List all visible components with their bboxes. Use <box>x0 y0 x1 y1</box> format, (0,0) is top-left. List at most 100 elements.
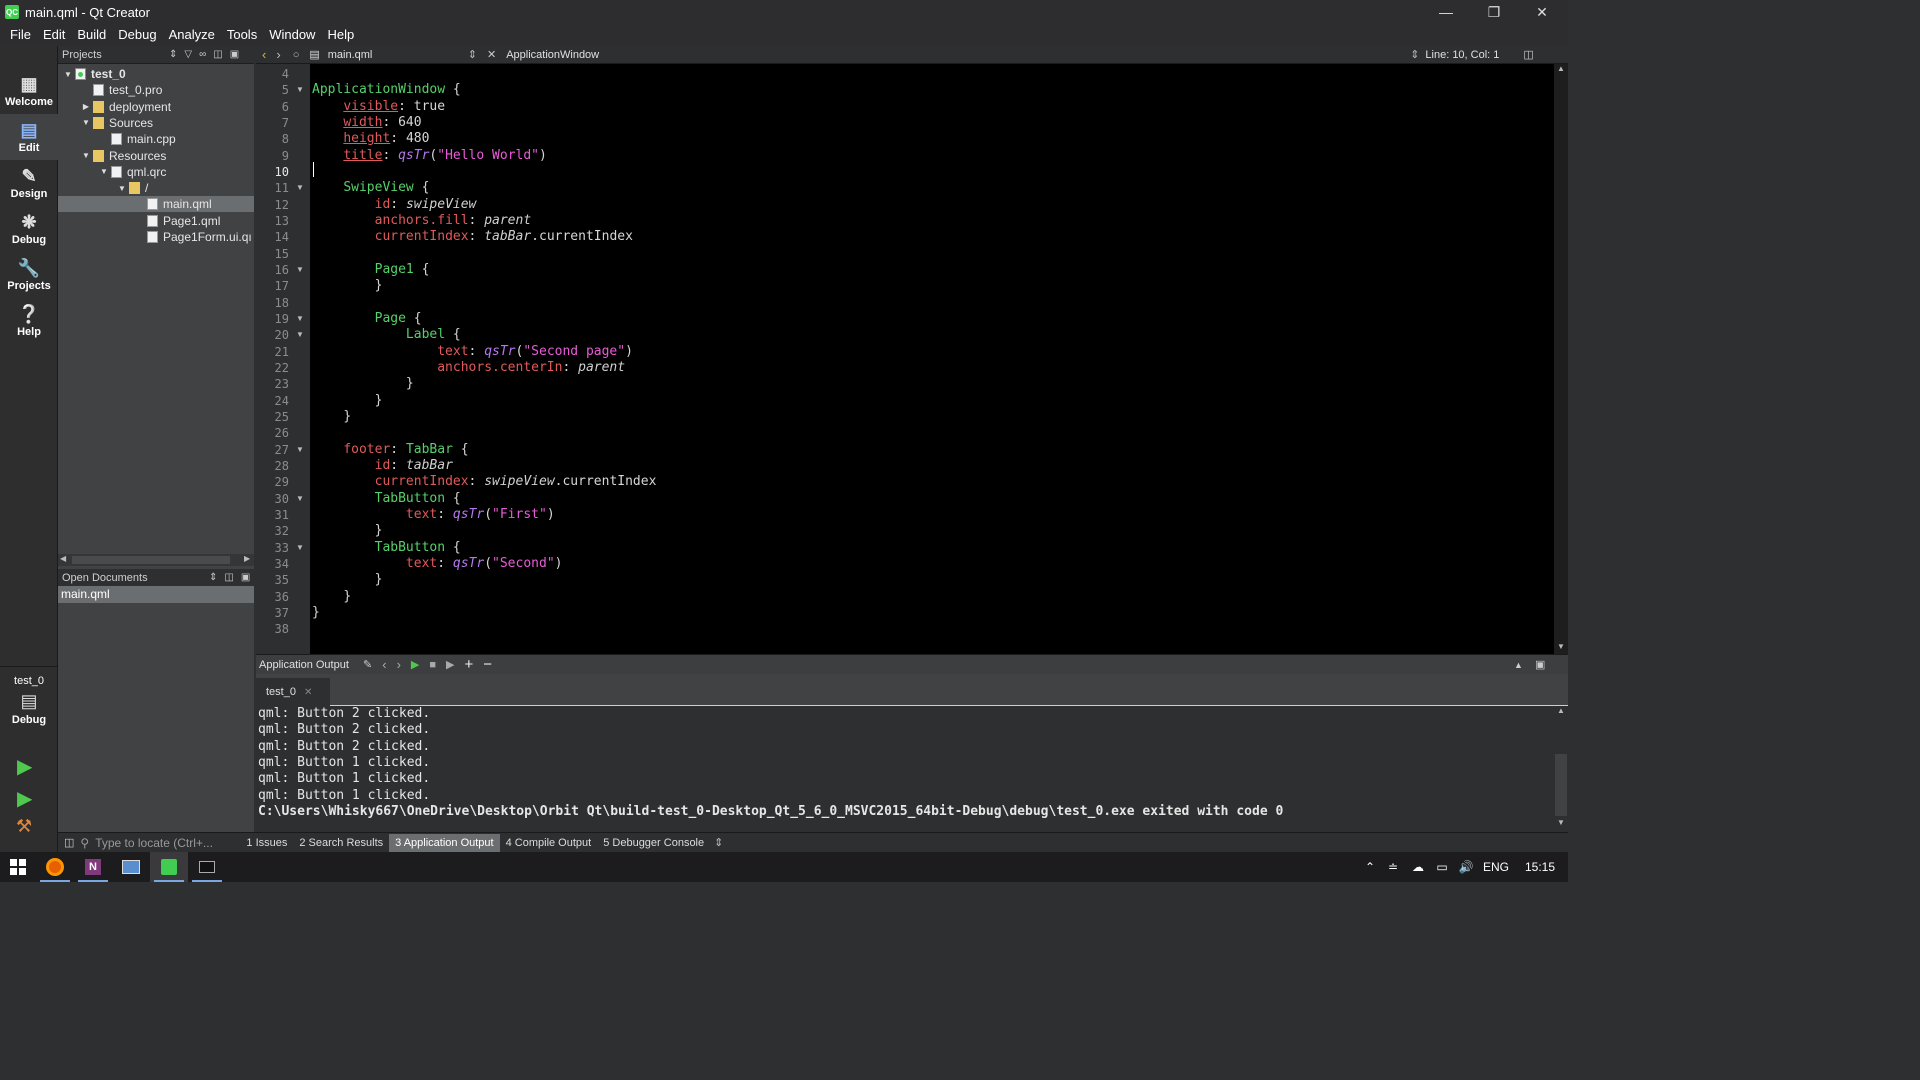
expand-arrow-icon[interactable]: ▼ <box>98 167 110 176</box>
close-button[interactable]: ✕ <box>1518 0 1566 24</box>
tree-item[interactable]: main.cpp <box>58 131 254 147</box>
application-output[interactable]: qml: Button 2 clicked. qml: Button 2 clic… <box>256 706 1568 832</box>
menu-file[interactable]: File <box>4 24 37 46</box>
fold-marker-icon[interactable]: ▼ <box>296 311 304 327</box>
mode-edit[interactable]: ▤ Edit <box>0 114 58 160</box>
cursor-position[interactable]: Line: 10, Col: 1 <box>1425 49 1517 61</box>
fold-marker-icon[interactable]: ▼ <box>296 262 304 278</box>
close-pane-icon[interactable]: ▣ <box>1535 658 1545 671</box>
run-icon[interactable]: ▶ <box>17 754 32 779</box>
chevron-updown-icon[interactable]: ⇕ <box>209 572 217 583</box>
mode-welcome[interactable]: ▦ Welcome <box>0 68 58 114</box>
fold-marker-icon[interactable]: ▼ <box>296 327 304 343</box>
close-document-icon[interactable]: ✕ <box>487 48 496 61</box>
minimize-button[interactable]: — <box>1422 0 1470 24</box>
next-icon[interactable]: › <box>397 657 401 672</box>
kit-selector[interactable]: test_0 ▤ Debug <box>0 666 58 742</box>
tree-item[interactable]: Page1.qml <box>58 213 254 229</box>
pane-issues[interactable]: 1 Issues <box>240 834 293 852</box>
tree-item[interactable]: ▶ deployment <box>58 99 254 115</box>
onedrive-icon[interactable]: ☁ <box>1406 860 1430 874</box>
tree-item[interactable]: ▼ qml.qrc <box>58 164 254 180</box>
output-tab-test-0[interactable]: test_0 ✕ <box>256 678 330 706</box>
wifi-icon[interactable]: ≐ <box>1380 860 1406 874</box>
previous-icon[interactable]: ‹ <box>382 657 386 672</box>
chevron-updown-icon[interactable]: ⇕ <box>169 49 177 60</box>
fold-marker-icon[interactable]: ▼ <box>296 180 304 196</box>
locator-input[interactable]: ⚲ Type to locate (Ctrl+... <box>74 834 236 852</box>
close-pane-icon[interactable]: ▣ <box>230 49 239 60</box>
clock[interactable]: 15:15 <box>1514 860 1566 874</box>
pane-application-output[interactable]: 3 Application Output <box>389 833 500 852</box>
close-pane-icon[interactable]: ▣ <box>241 572 250 583</box>
menu-analyze[interactable]: Analyze <box>163 24 221 46</box>
zoom-in-icon[interactable]: + <box>465 656 474 673</box>
attach-debugger-icon[interactable]: ▶ <box>446 658 454 671</box>
editor-vertical-scrollbar[interactable]: ▲ ▼ <box>1554 64 1568 654</box>
scroll-up-icon[interactable]: ▲ <box>1557 706 1565 715</box>
menu-build[interactable]: Build <box>71 24 112 46</box>
pane-search-results[interactable]: 2 Search Results <box>293 834 389 852</box>
fold-marker-icon[interactable]: ▼ <box>296 442 304 458</box>
taskbar-qt-creator[interactable] <box>150 852 188 882</box>
volume-icon[interactable]: 🔊 <box>1454 860 1478 874</box>
scroll-up-icon[interactable]: ▲ <box>1557 64 1565 73</box>
toggle-sidebar-icon[interactable]: ◫ <box>64 836 74 849</box>
taskbar-photos[interactable] <box>112 852 150 882</box>
projects-title[interactable]: Projects <box>62 49 162 61</box>
show-hidden-icons[interactable]: ⌃ <box>1360 860 1380 874</box>
taskbar-firefox[interactable] <box>36 852 74 882</box>
fold-marker-icon[interactable]: ▼ <box>296 82 304 98</box>
start-button[interactable] <box>0 852 36 882</box>
expand-arrow-icon[interactable]: ▼ <box>62 70 74 79</box>
open-document-item[interactable]: main.qml <box>58 586 254 603</box>
open-documents-title[interactable]: Open Documents <box>62 572 202 584</box>
scrollbar-thumb[interactable] <box>72 556 230 564</box>
rerun-icon[interactable]: ▶ <box>411 658 419 671</box>
menu-edit[interactable]: Edit <box>37 24 71 46</box>
stop-icon[interactable]: ■ <box>429 659 436 671</box>
menu-debug[interactable]: Debug <box>112 24 162 46</box>
tree-item[interactable]: ▼ Resources <box>58 148 254 164</box>
menu-tools[interactable]: Tools <box>221 24 263 46</box>
fold-marker-icon[interactable]: ▼ <box>296 491 304 507</box>
scroll-down-icon[interactable]: ▼ <box>1557 642 1565 651</box>
tree-item[interactable]: ▼ Sources <box>58 115 254 131</box>
taskbar-onenote[interactable]: N <box>74 852 112 882</box>
split-editor-icon[interactable]: ◫ <box>1523 48 1533 61</box>
language-indicator[interactable]: ENG <box>1478 860 1514 874</box>
clear-output-icon[interactable]: ✎ <box>363 658 372 671</box>
symbol-selector[interactable]: ApplicationWindow <box>506 49 1410 61</box>
debug-run-icon[interactable]: ▶ <box>17 786 32 811</box>
pane-compile-output[interactable]: 4 Compile Output <box>500 834 598 852</box>
mode-debug[interactable]: ❋ Debug <box>0 206 58 252</box>
code-area[interactable]: ApplicationWindow { visible: true width:… <box>312 64 1552 654</box>
build-hammer-icon[interactable]: ⚒ <box>16 816 32 837</box>
tree-item[interactable]: main.qml <box>58 196 254 213</box>
back-icon[interactable]: ‹ <box>262 47 266 62</box>
code-editor[interactable]: 4 5 ▼ 6 7 8 9 10 11 ▼ 12 13 14 15 16 ▼ 17 18 19 ▼ 20 ▼ 21 22 23 2… <box>256 64 1568 654</box>
maximize-pane-icon[interactable]: ▲ <box>1514 660 1523 670</box>
collapse-arrow-icon[interactable]: ▶ <box>80 102 92 111</box>
filter-icon[interactable]: ▽ <box>184 49 192 60</box>
menu-help[interactable]: Help <box>321 24 360 46</box>
battery-icon[interactable]: ▭ <box>1430 860 1454 874</box>
expand-arrow-icon[interactable]: ▼ <box>116 184 128 193</box>
chevron-updown-icon[interactable]: ⇕ <box>714 836 723 849</box>
tree-item[interactable]: Page1Form.ui.qı <box>58 229 254 245</box>
tree-item[interactable]: ▼ / <box>58 180 254 196</box>
scroll-right-icon[interactable]: ▶ <box>244 554 250 563</box>
forward-icon[interactable]: › <box>276 47 280 62</box>
link-icon[interactable]: ∞ <box>199 49 206 60</box>
tree-item[interactable]: test_0.pro <box>58 82 254 98</box>
mode-design[interactable]: ✎ Design <box>0 160 58 206</box>
chevron-updown-icon[interactable]: ⇕ <box>468 48 477 61</box>
restore-button[interactable]: ❐ <box>1470 0 1518 24</box>
menu-window[interactable]: Window <box>263 24 321 46</box>
split-icon[interactable]: ◫ <box>224 572 233 583</box>
scroll-down-icon[interactable]: ▼ <box>1557 818 1565 827</box>
output-vertical-scrollbar[interactable]: ▲ ▼ <box>1554 706 1568 832</box>
expand-arrow-icon[interactable]: ▼ <box>80 118 92 127</box>
scrollbar-thumb[interactable] <box>1555 754 1567 816</box>
mode-projects[interactable]: 🔧 Projects <box>0 252 58 298</box>
